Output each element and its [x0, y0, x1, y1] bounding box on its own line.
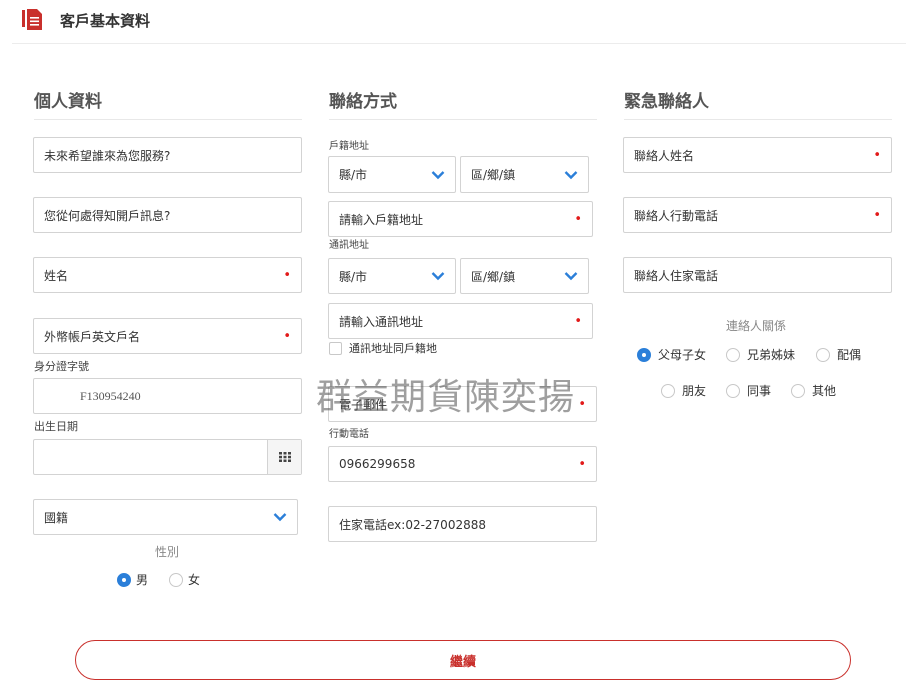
page-title: 客戶基本資料 — [60, 12, 151, 30]
birth-label: 出生日期 — [34, 420, 78, 433]
home-phone-input[interactable]: 住家電話ex:02-27002888 — [328, 506, 597, 542]
relation-radio-siblings[interactable]: 兄弟姊妹 — [726, 346, 795, 363]
relation-label: 連絡人關係 — [726, 319, 787, 333]
emergency-divider — [624, 119, 892, 120]
chevron-down-icon — [564, 170, 578, 179]
required-mark: • — [873, 147, 881, 163]
relation-radio-parents[interactable]: 父母子女 — [637, 346, 706, 363]
mobile-input[interactable]: 0966299658 • — [328, 446, 597, 482]
name-input[interactable]: 姓名 • — [33, 257, 302, 293]
required-mark: • — [574, 313, 582, 329]
gender-female-radio[interactable]: 女 — [169, 571, 200, 588]
calendar-icon[interactable] — [267, 440, 301, 474]
relation-radio-spouse[interactable]: 配偶 — [816, 346, 861, 363]
household-label: 戶籍地址 — [329, 141, 369, 152]
chevron-down-icon — [431, 272, 445, 281]
radio-selected-icon — [637, 347, 651, 362]
emergency-section-title: 緊急聯絡人 — [624, 92, 709, 112]
radio-empty-icon — [816, 347, 830, 362]
radio-empty-icon — [726, 347, 740, 362]
id-label: 身分證字號 — [34, 360, 89, 373]
watermark-text: 群益期貨陳奕揚 — [316, 377, 576, 418]
radio-selected-icon — [117, 572, 131, 587]
how-know-input[interactable]: 您從何處得知開戶訊息? — [33, 197, 302, 233]
english-name-input[interactable]: 外幣帳戶英文戶名 • — [33, 318, 302, 354]
contact-home-input[interactable]: 聯絡人住家電話 — [623, 257, 892, 293]
required-mark: • — [578, 456, 586, 472]
birth-date-input[interactable] — [33, 439, 302, 475]
document-icon — [22, 9, 42, 30]
same-address-checkbox[interactable]: 通訊地址同戶籍地 — [329, 340, 437, 356]
required-mark: • — [578, 396, 586, 412]
required-mark: • — [574, 211, 582, 227]
relation-radio-colleague[interactable]: 同事 — [726, 382, 771, 399]
mailing-county-select[interactable]: 縣/市 — [328, 258, 456, 294]
personal-divider — [34, 119, 302, 120]
radio-empty-icon — [661, 383, 675, 398]
relation-radio-friend[interactable]: 朋友 — [661, 382, 706, 399]
nationality-select[interactable]: 國籍 — [33, 499, 298, 535]
id-number-input[interactable]: F130954240 — [33, 378, 302, 414]
required-mark: • — [283, 267, 291, 283]
household-address-input[interactable]: 請輸入戶籍地址 • — [328, 201, 593, 237]
contact-divider — [329, 119, 597, 120]
required-mark: • — [873, 207, 881, 223]
household-district-select[interactable]: 區/鄉/鎮 — [460, 156, 589, 193]
personal-section-title: 個人資料 — [34, 92, 102, 112]
checkbox-icon — [329, 341, 342, 355]
household-county-select[interactable]: 縣/市 — [328, 156, 456, 193]
radio-empty-icon — [169, 572, 183, 587]
contact-mobile-input[interactable]: 聯絡人行動電話 • — [623, 197, 892, 233]
relation-radio-other[interactable]: 其他 — [791, 382, 836, 399]
mailing-district-select[interactable]: 區/鄉/鎮 — [460, 258, 589, 294]
gender-male-radio[interactable]: 男 — [117, 571, 148, 588]
contact-name-input[interactable]: 聯絡人姓名 • — [623, 137, 892, 173]
service-person-input[interactable]: 未來希望誰來為您服務? — [33, 137, 302, 173]
radio-empty-icon — [791, 383, 805, 398]
chevron-down-icon — [564, 272, 578, 281]
required-mark: • — [283, 328, 291, 344]
continue-button[interactable]: 繼續 — [75, 640, 851, 680]
header-divider — [12, 43, 906, 44]
chevron-down-icon — [431, 170, 445, 179]
mailing-label: 通訊地址 — [329, 240, 369, 251]
contact-section-title: 聯絡方式 — [329, 92, 397, 112]
mobile-label: 行動電話 — [329, 429, 369, 440]
mailing-address-input[interactable]: 請輸入通訊地址 • — [328, 303, 593, 339]
chevron-down-icon — [273, 513, 287, 522]
gender-label: 性別 — [155, 545, 180, 559]
radio-empty-icon — [726, 383, 740, 398]
